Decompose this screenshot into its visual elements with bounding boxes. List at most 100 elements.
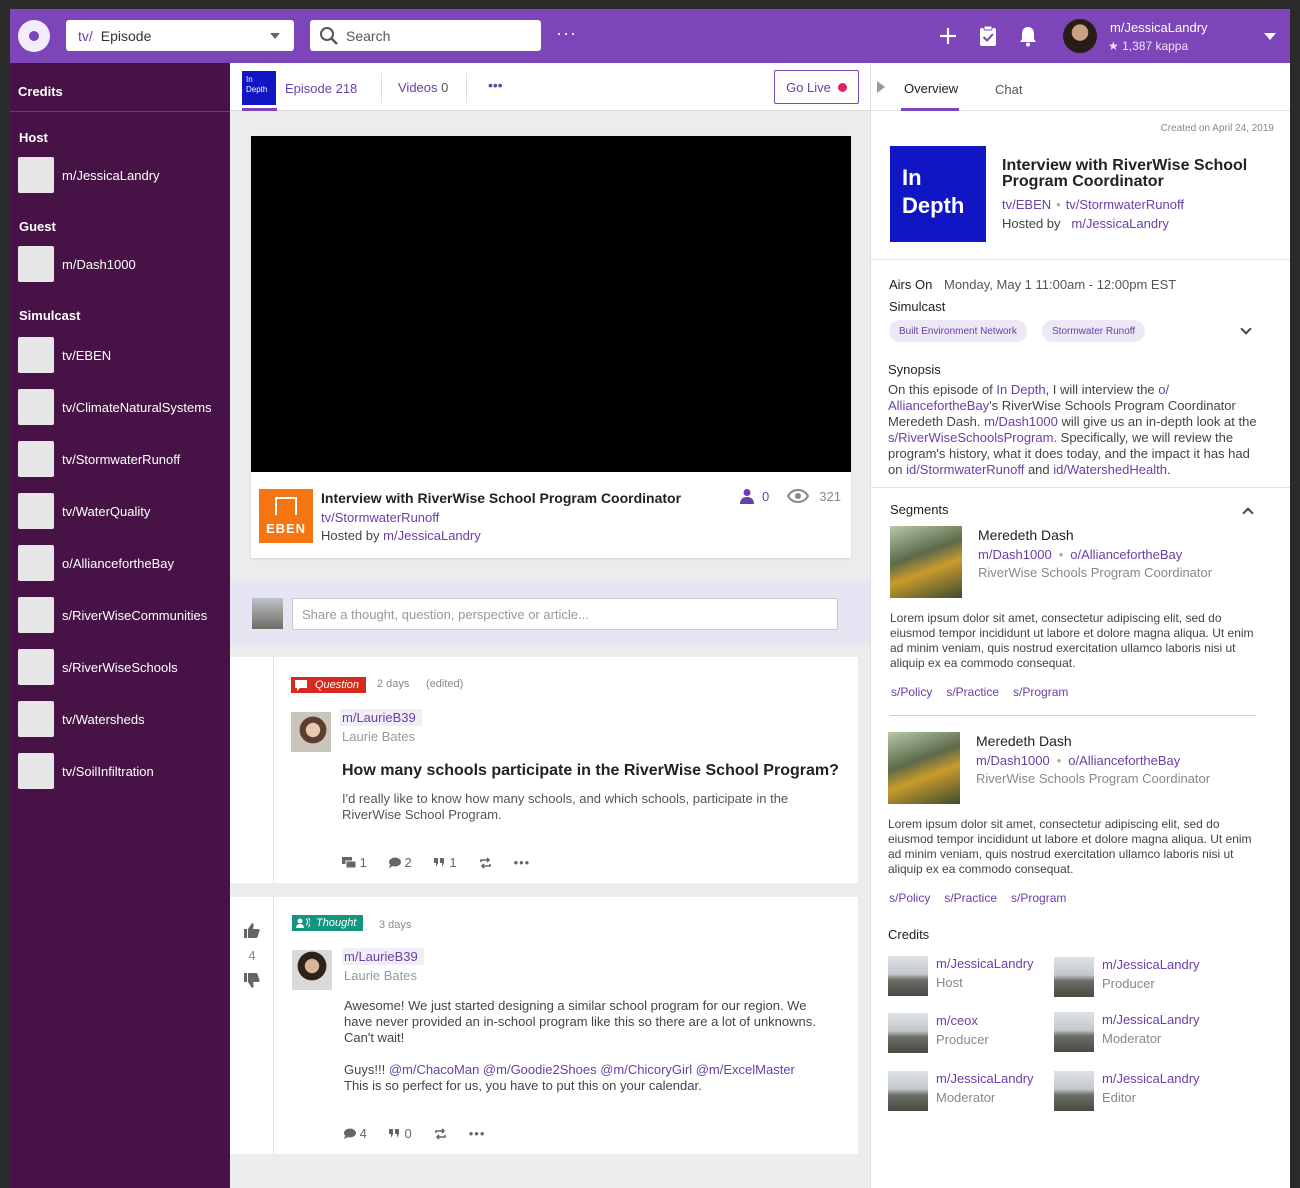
tag-link[interactable]: s/Policy (891, 685, 932, 699)
answers-icon (342, 856, 356, 868)
sidebar-item-simulcast[interactable]: tv/ClimateNaturalSystems (18, 389, 222, 425)
simulcast-chip[interactable]: Stormwater Runoff (1042, 320, 1146, 342)
bell-icon[interactable] (1017, 25, 1039, 47)
user-link[interactable]: m/Dash1000 (976, 753, 1050, 768)
segment-photo[interactable] (888, 732, 960, 804)
app-logo[interactable] (18, 20, 50, 52)
chevron-up-icon[interactable] (1242, 507, 1254, 519)
eye-icon (787, 489, 810, 503)
sidebar-item-guest[interactable]: m/Dash1000 (18, 246, 222, 282)
plus-icon[interactable] (937, 25, 959, 47)
thumbnail (18, 337, 54, 373)
show-link[interactable]: In Depth (996, 382, 1045, 397)
segment-description: Lorem ipsum dolor sit amet, consectetur … (890, 611, 1254, 670)
video-title: Interview with RiverWise School Program … (321, 490, 682, 506)
tab-chat[interactable]: Chat (995, 82, 1022, 97)
author-username[interactable]: m/LaurieB39 (340, 709, 422, 726)
post-paragraph: Guys!!! @m/ChacoMan @m/Goodie2Shoes @m/C… (344, 1062, 819, 1078)
channel-link[interactable]: tv/StormwaterRunoff (1066, 197, 1184, 212)
show-logo[interactable]: In Depth (242, 71, 276, 105)
tab-overview[interactable]: Overview (904, 81, 958, 96)
org-link[interactable]: o/AlliancefortheBay (1070, 547, 1182, 562)
comment-icon (388, 857, 401, 868)
comments-button[interactable]: 2 (388, 855, 412, 870)
thumbs-up-icon[interactable] (243, 923, 261, 939)
more-icon[interactable]: ••• (514, 855, 531, 870)
segment-photo[interactable] (890, 526, 962, 598)
chevron-down-icon[interactable] (1264, 33, 1276, 40)
user-name[interactable]: m/JessicaLandry (1110, 20, 1208, 35)
host-link[interactable]: m/JessicaLandry (1071, 216, 1169, 231)
repost-icon (479, 856, 491, 869)
divider (466, 73, 467, 103)
more-icon[interactable]: ••• (488, 77, 503, 93)
video-player[interactable] (251, 136, 851, 472)
go-live-button[interactable]: Go Live (774, 70, 859, 104)
user-link[interactable]: m/Dash1000 (978, 547, 1052, 562)
mentions[interactable]: @m/ChacoMan @m/Goodie2Shoes @m/ChicoryGi… (389, 1062, 795, 1077)
post-actions: 4 0 ••• (344, 1126, 507, 1141)
answers-count: 1 (359, 855, 367, 870)
author-avatar[interactable] (291, 712, 331, 752)
video-host-line: Hosted by m/JessicaLandry (321, 528, 481, 543)
quote-icon (433, 857, 444, 867)
share-input[interactable]: Share a thought, question, perspective o… (292, 598, 838, 630)
tag-link[interactable]: s/Program (1013, 685, 1068, 699)
space-link[interactable]: s/RiverWiseSchoolsProgram (888, 430, 1053, 445)
topic-link[interactable]: id/StormwaterRunoff (906, 462, 1024, 477)
comments-button[interactable]: 4 (344, 1126, 367, 1141)
simulcast-chip[interactable]: Built Environment Network (889, 320, 1027, 342)
sidebar-item-simulcast[interactable]: tv/Watersheds (18, 701, 222, 737)
sidebar-item-simulcast[interactable]: tv/EBEN (18, 337, 222, 373)
answers-button[interactable]: 1 (342, 855, 367, 870)
tab-episode[interactable]: Episode 218 (285, 81, 357, 96)
host-link[interactable]: m/JessicaLandry (383, 528, 481, 543)
user-avatar[interactable] (1063, 19, 1097, 53)
sidebar-item-host[interactable]: m/JessicaLandry (18, 157, 222, 193)
tag-link[interactable]: s/Practice (946, 685, 999, 699)
sidebar-item-simulcast[interactable]: tv/StormwaterRunoff (18, 441, 222, 477)
credit-item[interactable]: m/JessicaLandry Moderator (888, 1071, 1034, 1111)
clipboard-check-icon[interactable] (977, 25, 999, 47)
credit-item[interactable]: m/JessicaLandry Producer (1054, 957, 1200, 997)
search-input[interactable]: Search (310, 20, 541, 51)
topic-link[interactable]: id/WatershedHealth (1053, 462, 1167, 477)
credit-item[interactable]: m/JessicaLandry Moderator (1054, 1012, 1200, 1052)
sidebar-item-simulcast[interactable]: s/RiverWiseSchools (18, 649, 222, 685)
tab-videos[interactable]: Videos 0 (398, 80, 448, 95)
channel-badge[interactable]: EBEN (259, 489, 313, 543)
video-stats: 0 321 (740, 488, 841, 504)
sidebar-item-simulcast[interactable]: tv/WaterQuality (18, 493, 222, 529)
video-channel-link[interactable]: tv/StormwaterRunoff (321, 510, 439, 525)
credit-avatar (888, 956, 928, 996)
thumbs-down-icon[interactable] (243, 972, 261, 988)
sidebar-item-simulcast[interactable]: s/RiverWiseCommunities (18, 597, 222, 633)
collapse-panel-icon[interactable] (877, 81, 885, 93)
sidebar-item-simulcast[interactable]: tv/SoilInfiltration (18, 753, 222, 789)
post-title[interactable]: How many schools participate in the Rive… (342, 762, 839, 780)
tag-link[interactable]: s/Policy (889, 891, 930, 905)
author-avatar[interactable] (292, 950, 332, 990)
repost-button[interactable] (479, 856, 492, 869)
sidebar-item-simulcast[interactable]: o/AlliancefortheBay (18, 545, 222, 581)
quotes-button[interactable]: 1 (433, 855, 457, 870)
thought-icon (296, 918, 310, 928)
channel-link[interactable]: tv/EBEN (1002, 197, 1051, 212)
org-link[interactable]: o/AlliancefortheBay (1068, 753, 1180, 768)
scope-selector[interactable]: tv/ Episode (66, 20, 294, 51)
more-menu-icon[interactable]: ··· (556, 24, 577, 42)
repost-button[interactable] (434, 1127, 447, 1140)
tag-link[interactable]: s/Program (1011, 891, 1066, 905)
credit-item[interactable]: m/ceox Producer (888, 1013, 989, 1053)
credit-item[interactable]: m/JessicaLandry Editor (1054, 1071, 1200, 1111)
episode-channels: tv/EBEN • tv/StormwaterRunoff (1002, 197, 1184, 212)
quotes-button[interactable]: 0 (388, 1126, 412, 1141)
more-icon[interactable]: ••• (469, 1126, 486, 1141)
videos-count: 0 (441, 80, 449, 95)
credit-role: Producer (1102, 976, 1155, 991)
user-link[interactable]: m/Dash1000 (984, 414, 1058, 429)
chevron-down-icon[interactable] (1240, 323, 1252, 335)
tag-link[interactable]: s/Practice (944, 891, 997, 905)
credit-item[interactable]: m/JessicaLandry Host (888, 956, 1034, 996)
author-username[interactable]: m/LaurieB39 (342, 948, 424, 965)
